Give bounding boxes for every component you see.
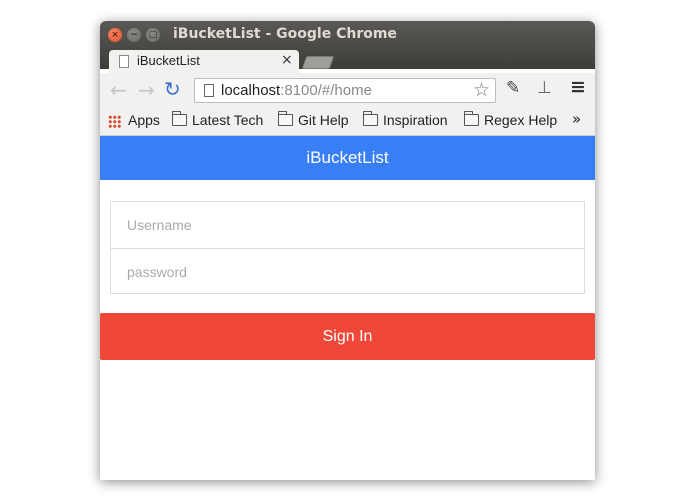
sign-in-button[interactable]: Sign In	[100, 313, 595, 360]
maximize-window-button[interactable]: □	[146, 28, 160, 42]
more-bookmarks-button[interactable]: »	[572, 110, 581, 128]
login-form	[110, 201, 585, 294]
tab-label: iBucketList	[137, 53, 200, 68]
folder-icon	[277, 111, 293, 126]
apps-grid-icon	[108, 115, 121, 128]
tab-close-icon[interactable]: ×	[281, 52, 293, 68]
title-bar: × − □ iBucketList - Google Chrome iBucke…	[100, 21, 595, 73]
folder-icon	[171, 111, 187, 126]
page-icon	[119, 55, 129, 68]
extension-icon[interactable]: ⊥	[537, 78, 552, 98]
browser-toolbar: ← → ↻ localhost:8100/#/home ☆ ✎ ⊥ ≡	[100, 73, 595, 106]
url-text[interactable]: localhost:8100/#/home	[221, 82, 372, 99]
forward-button[interactable]: →	[138, 78, 155, 102]
back-button[interactable]: ←	[110, 78, 127, 102]
bookmark-label: Git Help	[298, 112, 349, 128]
minimize-window-button[interactable]: −	[127, 28, 141, 42]
page-content: iBucketList Sign In	[100, 136, 595, 480]
bookmark-label: Apps	[128, 112, 160, 128]
app-header-title: iBucketList	[100, 136, 595, 180]
chrome-menu-icon[interactable]: ≡	[570, 76, 586, 98]
page-icon	[204, 84, 214, 97]
folder-icon	[463, 111, 479, 126]
url-host: localhost	[221, 82, 281, 99]
browser-tab[interactable]: iBucketList ×	[109, 50, 299, 73]
bookmark-label: Inspiration	[383, 112, 448, 128]
new-tab-button[interactable]	[301, 56, 335, 69]
bookmark-label: Regex Help	[484, 112, 558, 128]
window-title: iBucketList - Google Chrome	[173, 26, 397, 42]
bookmarks-bar: Apps Latest Tech Git Help Inspiration Re…	[100, 106, 595, 136]
reload-button[interactable]: ↻	[164, 77, 181, 101]
password-input[interactable]	[111, 248, 584, 294]
address-bar[interactable]: localhost:8100/#/home ☆	[194, 78, 496, 103]
username-input[interactable]	[111, 202, 584, 248]
browser-window: × − □ iBucketList - Google Chrome iBucke…	[100, 21, 595, 480]
folder-icon	[362, 111, 378, 126]
bookmark-label: Latest Tech	[192, 112, 264, 128]
bookmark-star-icon[interactable]: ☆	[473, 79, 490, 101]
close-window-button[interactable]: ×	[108, 28, 122, 42]
url-path: :8100/#/home	[280, 82, 372, 99]
eyedropper-extension-icon[interactable]: ✎	[506, 78, 520, 98]
